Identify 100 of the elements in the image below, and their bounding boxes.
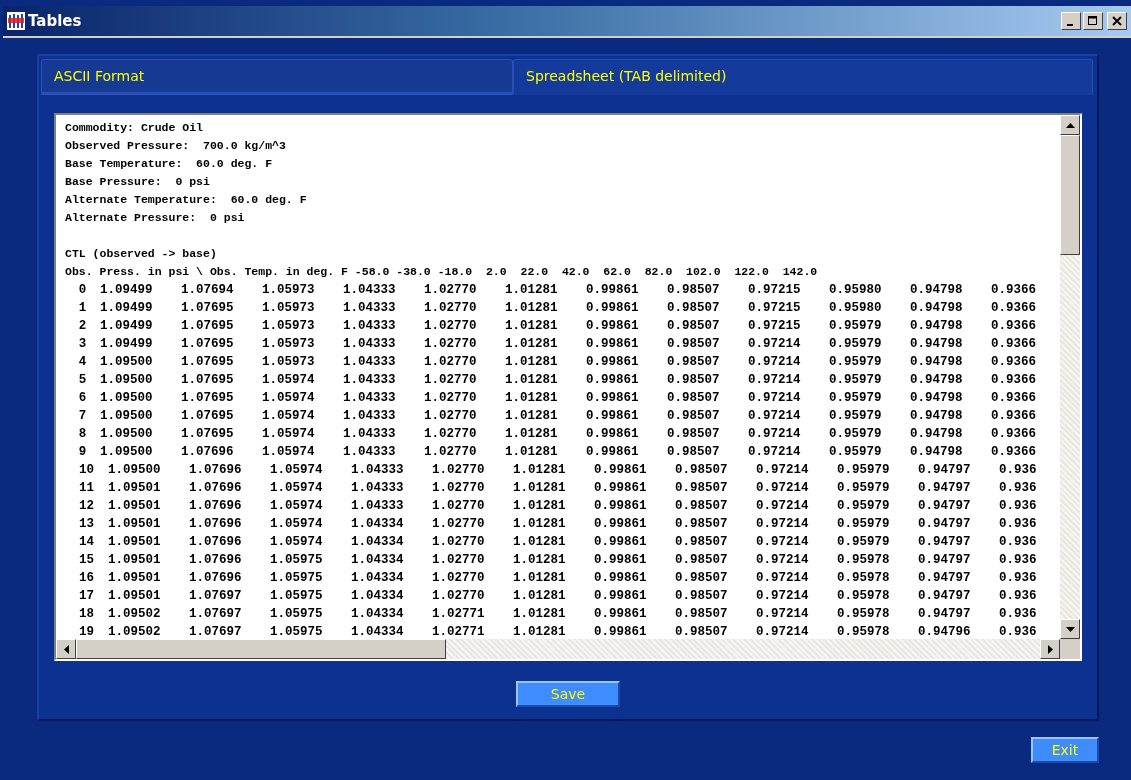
- minimize-icon: [1066, 24, 1073, 26]
- vertical-scrollbar[interactable]: [1060, 115, 1080, 639]
- table-cell-text: 0.98507: [675, 570, 729, 587]
- table-cell-text: 0.94797: [918, 480, 972, 497]
- table-cell-text: 0.94798: [910, 282, 964, 299]
- minimize-button[interactable]: [1061, 12, 1081, 30]
- table-cell-text: 1.04334: [351, 606, 405, 623]
- table-cell-text: 0.936: [999, 480, 1038, 497]
- table-cell-text: 1.09502: [108, 606, 162, 623]
- scroll-thumb[interactable]: [1060, 135, 1080, 255]
- text-area[interactable]: [54, 113, 1082, 661]
- scroll-left-button[interactable]: [56, 639, 76, 659]
- table-cell-text: 0.97215: [748, 318, 802, 335]
- table-cell-text: 1.09501: [108, 588, 162, 605]
- table-cell-text: 0.98507: [675, 480, 729, 497]
- table-cell-text: 1.07696: [189, 552, 243, 569]
- table-cell-text: 0.99861: [586, 390, 640, 407]
- table-cell-text: 0.98507: [675, 462, 729, 479]
- table-cell-text: 0.97214: [748, 390, 802, 407]
- table-cell-text: 1.02770: [424, 372, 478, 389]
- table-cell-text: 0.94798: [910, 336, 964, 353]
- table-cell-text: 1.02770: [424, 444, 478, 461]
- table-cell-text: 17: [78, 588, 95, 605]
- table-cell-text: 1.05973: [262, 354, 316, 371]
- table-cell-text: 1.07695: [181, 300, 235, 317]
- table-cell-text: 0.94797: [918, 516, 972, 533]
- table-cell-text: 0.99861: [586, 318, 640, 335]
- table-cell-text: 1.09500: [100, 354, 154, 371]
- table-cell-text: 1.05974: [262, 390, 316, 407]
- table-cell-text: 1.01281: [505, 318, 559, 335]
- scroll-thumb[interactable]: [76, 639, 446, 659]
- table-cell-text: 1.05975: [270, 588, 324, 605]
- table-cell-text: 0.95979: [837, 480, 891, 497]
- table-cell-text: 0.95978: [837, 570, 891, 587]
- table-cell-text: 0.95979: [829, 336, 883, 353]
- table-cell-text: 1.04334: [351, 624, 405, 639]
- table-cell-text: 0.9366: [991, 372, 1037, 389]
- table-cell-text: 1.01281: [505, 390, 559, 407]
- scroll-right-button[interactable]: [1040, 639, 1060, 659]
- table-cell-text: 0.99861: [594, 624, 648, 639]
- table-cell-text: 0.94798: [910, 354, 964, 371]
- text-line: Base Pressure: 0 psi: [65, 174, 211, 190]
- table-cell-text: 1.05975: [270, 552, 324, 569]
- table-cell-text: 1.01281: [513, 534, 567, 551]
- table-cell-text: 1.04333: [343, 300, 397, 317]
- table-cell-text: 1.05974: [262, 372, 316, 389]
- table-cell-text: 1.09499: [100, 336, 154, 353]
- table-cell-text: 1.02770: [424, 300, 478, 317]
- text-line: Obs. Press. in psi \ Obs. Temp. in deg. F -58.0 -38.0 -18.0 2.0 22.0 42.0 62.0 82.0 102.0 122.0 142.0: [65, 264, 819, 280]
- table-cell-text: 1.04333: [343, 426, 397, 443]
- table-cell-text: 0.9366: [991, 354, 1037, 371]
- table-cell-text: 1.05974: [270, 480, 324, 497]
- table-cell-text: 0.9366: [991, 318, 1037, 335]
- table-cell-text: 1.04333: [343, 354, 397, 371]
- table-cell-text: 8: [77, 426, 88, 443]
- table-cell-text: 0.95979: [829, 372, 883, 389]
- tab[interactable]: ASCII Format: [41, 59, 513, 95]
- close-button[interactable]: [1107, 12, 1127, 30]
- table-cell-text: 11: [78, 480, 95, 497]
- table-cell-text: 1.02770: [432, 552, 486, 569]
- table-cell-text: 7: [77, 408, 88, 425]
- table-cell-text: 0.97214: [748, 408, 802, 425]
- table-cell-text: 0.98507: [675, 534, 729, 551]
- table-cell-text: 1.09500: [100, 390, 154, 407]
- table-cell-text: 0.94796: [918, 624, 972, 639]
- table-cell-text: 1.07696: [189, 534, 243, 551]
- maximize-button[interactable]: [1083, 12, 1103, 30]
- table-cell-text: 0.9366: [991, 426, 1037, 443]
- table-cell-text: 0.95979: [837, 534, 891, 551]
- table-cell-text: 0.9366: [991, 444, 1037, 461]
- right-arrow-icon: [1047, 644, 1053, 654]
- table-cell-text: 1.02770: [424, 408, 478, 425]
- table-cell-text: 1.01281: [505, 354, 559, 371]
- table-cell-text: 0.94798: [910, 300, 964, 317]
- table-cell-text: 1.05973: [262, 300, 316, 317]
- table-cell-text: 1.05975: [270, 570, 324, 587]
- table-cell-text: 0.9366: [991, 408, 1037, 425]
- table-cell-text: 0.95978: [837, 552, 891, 569]
- text-line: Observed Pressure: 700.0 kg/m^3: [65, 138, 287, 154]
- table-cell-text: 1: [77, 300, 88, 317]
- tab[interactable]: Spreadsheet (TAB delimited): [513, 59, 1093, 95]
- table-cell-text: 3: [77, 336, 88, 353]
- table-cell-text: 1.07697: [189, 606, 243, 623]
- scroll-up-button[interactable]: [1060, 115, 1080, 135]
- table-cell-text: 1.02770: [432, 480, 486, 497]
- table-cell-text: 1.09500: [100, 372, 154, 389]
- table-cell-text: 5: [77, 372, 88, 389]
- table-cell-text: 0.97214: [756, 480, 810, 497]
- horizontal-scrollbar[interactable]: [56, 639, 1080, 659]
- table-cell-text: 0.94798: [910, 372, 964, 389]
- table-cell-text: 1.09501: [108, 534, 162, 551]
- down-arrow-icon: [1065, 626, 1075, 632]
- table-cell-text: 1.02770: [432, 516, 486, 533]
- table-cell-text: 0.98507: [667, 336, 721, 353]
- table-cell-text: 0.98507: [675, 588, 729, 605]
- scroll-down-button[interactable]: [1060, 619, 1080, 639]
- table-cell-text: 1.09501: [108, 516, 162, 533]
- table-cell-text: 0.98507: [667, 372, 721, 389]
- table-cell-text: 0.99861: [594, 552, 648, 569]
- table-cell-text: 0.936: [999, 588, 1038, 605]
